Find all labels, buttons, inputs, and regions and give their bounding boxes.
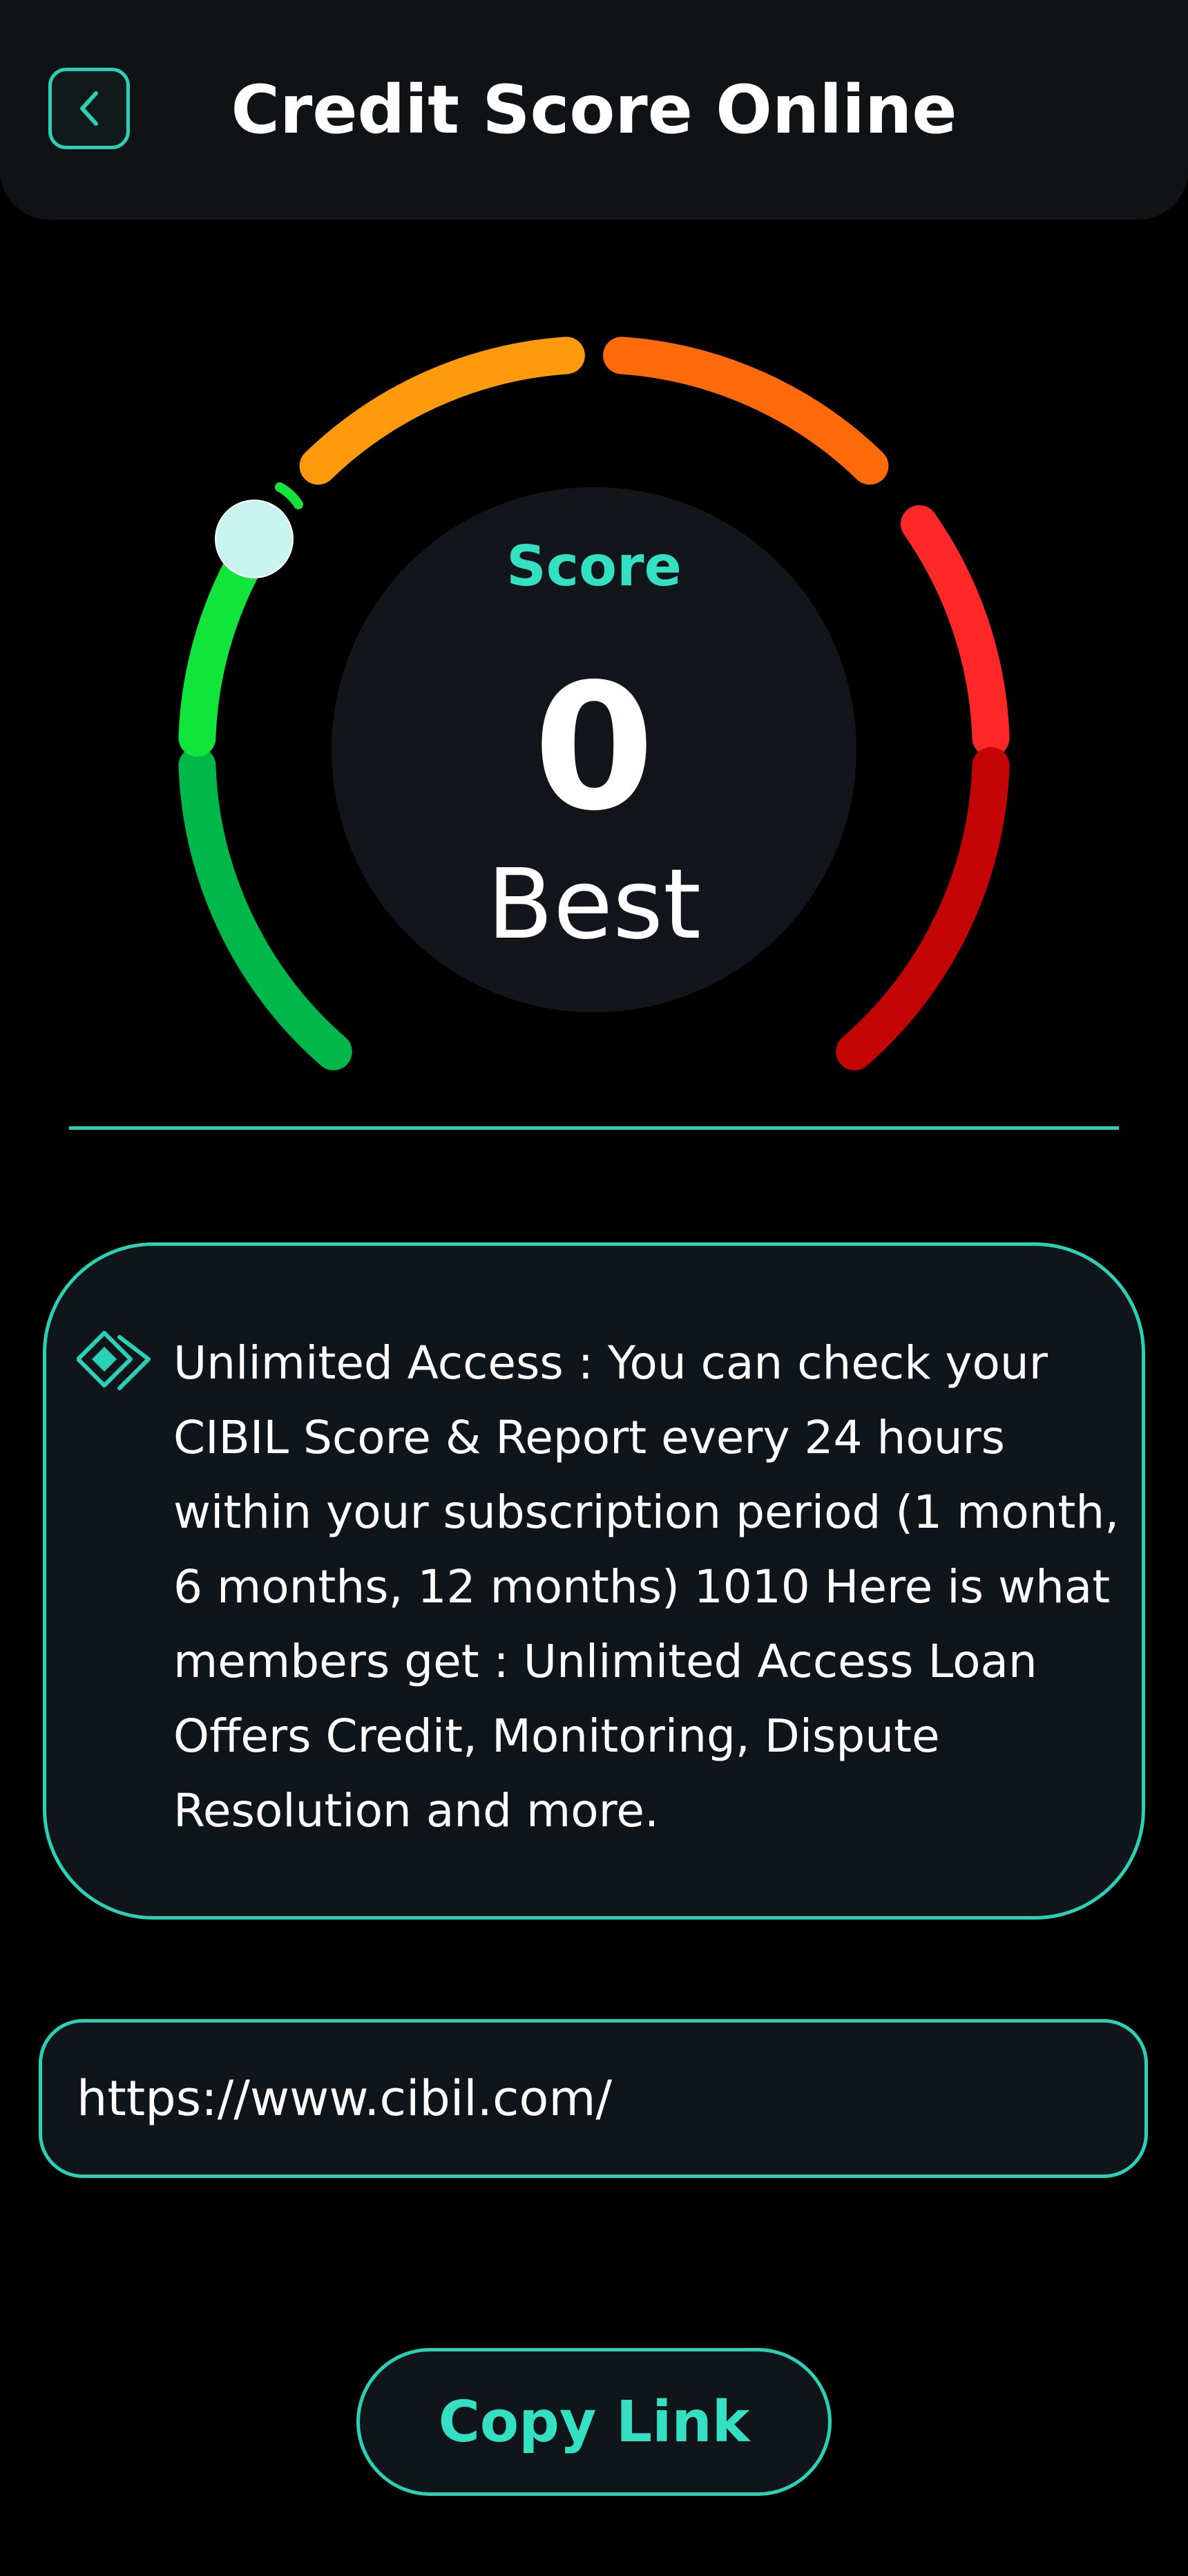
copy-link-button[interactable]: Copy Link — [356, 2348, 832, 2496]
gauge-pointer-tick — [275, 482, 303, 509]
url-field[interactable] — [39, 2019, 1148, 2178]
score-value: 0 — [533, 647, 655, 849]
info-card: Unlimited Access : You can check your CI… — [43, 1242, 1145, 1920]
diamond-icon — [77, 1331, 151, 1390]
gauge-arc-fair — [603, 337, 889, 485]
score-status: Best — [486, 849, 701, 961]
divider — [69, 1126, 1119, 1130]
score-label: Score — [506, 534, 682, 598]
gauge-arc-good — [299, 337, 585, 485]
info-text: Unlimited Access : You can check your CI… — [173, 1336, 1120, 1837]
